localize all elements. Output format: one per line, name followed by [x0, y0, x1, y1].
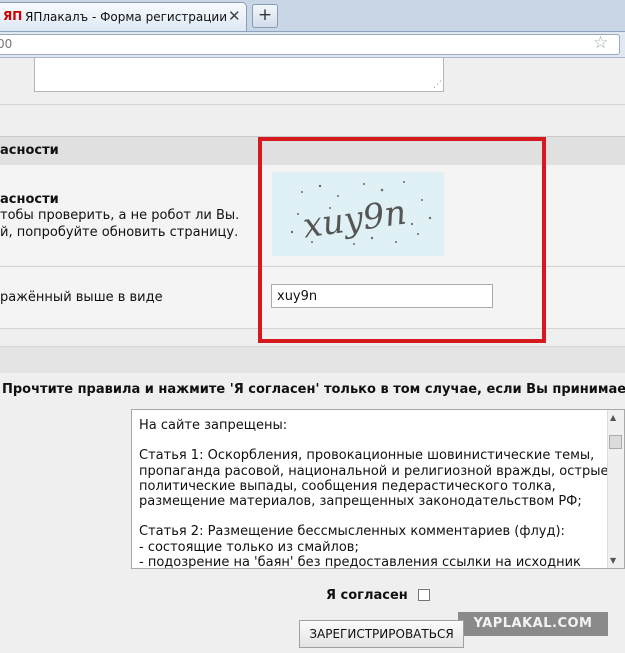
- agree-label: Я согласен: [326, 588, 408, 603]
- tab-bar: ЯП ЯПлакалъ - Форма регистрации ✕ +: [0, 0, 625, 32]
- section-header-title: асности: [0, 143, 59, 158]
- rules-scrollbar[interactable]: ▲ ▼: [607, 410, 624, 568]
- security-title: асности: [0, 192, 59, 207]
- divider: [0, 104, 625, 105]
- security-description-line-2: й, попробуйте обновить страницу.: [0, 225, 239, 240]
- register-button[interactable]: ЗАРЕГИСТРИРОВАТЬСЯ: [299, 620, 464, 648]
- scroll-down-icon[interactable]: ▼: [610, 556, 616, 565]
- rules-textarea[interactable]: На сайте запрещены: Статья 1: Оскорблени…: [131, 409, 625, 569]
- agree-checkbox[interactable]: [418, 589, 430, 601]
- bookmark-star-icon[interactable]: ☆: [593, 33, 608, 53]
- address-text: 00: [0, 37, 13, 51]
- scroll-thumb[interactable]: [609, 435, 622, 449]
- rules-heading: Прочтите правила и нажмите 'Я согласен' …: [2, 382, 625, 397]
- rules-text: На сайте запрещены: Статья 1: Оскорблени…: [139, 418, 609, 569]
- previous-textarea[interactable]: ⋰: [34, 58, 444, 92]
- site-favicon-icon: ЯП: [3, 9, 23, 23]
- new-tab-button[interactable]: +: [252, 4, 278, 28]
- scroll-up-icon[interactable]: ▲: [610, 413, 616, 422]
- security-description-line-1: тобы проверить, а не робот ли Вы.: [0, 208, 240, 223]
- captcha-input-label: ражённый выше в виде: [0, 290, 163, 305]
- resize-grip-icon[interactable]: ⋰: [433, 80, 442, 90]
- browser-tab[interactable]: ЯП ЯПлакалъ - Форма регистрации ✕: [0, 2, 247, 31]
- close-tab-icon[interactable]: ✕: [228, 7, 241, 25]
- rules-band: [0, 346, 625, 373]
- navigation-bar: 00 ☆: [0, 32, 625, 58]
- site-watermark: YAPLAKAL.COM: [458, 612, 608, 636]
- highlight-frame: [258, 137, 546, 343]
- tab-title: ЯПлакалъ - Форма регистрации: [25, 10, 228, 24]
- address-bar[interactable]: 00 ☆: [0, 33, 620, 55]
